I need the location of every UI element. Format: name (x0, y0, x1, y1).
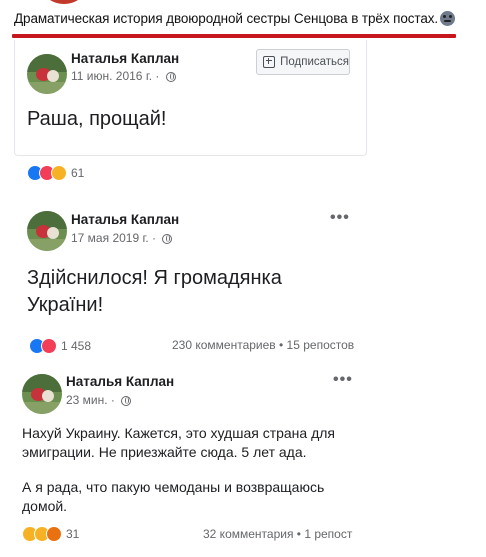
post-date-text[interactable]: 23 мин. · (66, 393, 118, 407)
reactions-count: 61 (71, 166, 85, 180)
globe-icon (165, 72, 176, 82)
post-date: 23 мин. · (66, 393, 132, 407)
more-options-icon[interactable]: ••• (330, 210, 350, 226)
author-avatar[interactable] (22, 374, 62, 414)
post-text-line: Здійснилося! Я громадянка (27, 267, 282, 289)
comments-shares-count[interactable]: 230 комментариев • 15 репостов (172, 338, 354, 352)
author-name[interactable]: Наталья Каплан (71, 212, 179, 227)
subscribe-button[interactable]: Подписаться (256, 49, 350, 75)
page-title-text: Драматическая история двоюродной сестры … (14, 11, 439, 26)
header-avatar (46, 0, 82, 4)
post-text-line: України! (27, 294, 104, 316)
author-avatar[interactable] (27, 54, 67, 94)
title-underline (12, 34, 456, 38)
reactions-bar[interactable]: 61 (27, 165, 84, 181)
wow-reaction-icon (51, 165, 67, 181)
post-text-line: эмиграции. Не приезжайте сюда. 5 лет ада… (22, 444, 307, 460)
post-text-line: Нахуй Украину. Кажется, это худшая стран… (22, 425, 336, 441)
post-text: Нахуй Украину. Кажется, это худшая стран… (22, 424, 335, 516)
reactions-bar[interactable]: 1 458 (29, 338, 91, 354)
subscribe-plus-icon (263, 56, 276, 68)
angry-reaction-icon (46, 526, 62, 542)
reactions-bar[interactable]: 31 (22, 526, 79, 542)
subscribe-button-label: Подписаться (280, 56, 349, 68)
post-date-text[interactable]: 11 июн. 2016 г. · (71, 69, 163, 83)
post-text-line: домой. (22, 498, 68, 514)
comments-shares-count[interactable]: 32 комментария • 1 репост (203, 527, 352, 541)
post-text: Раша, прощай! (27, 108, 167, 130)
unamused-face-emoji-icon (440, 11, 456, 26)
love-reaction-icon (41, 338, 57, 354)
page-title: Драматическая история двоюродной сестры … (14, 11, 456, 26)
post-date: 11 июн. 2016 г. · (71, 69, 176, 83)
globe-icon (121, 396, 132, 406)
reactions-count: 31 (66, 527, 80, 541)
more-options-icon[interactable]: ••• (333, 372, 353, 388)
reactions-count: 1 458 (61, 339, 92, 353)
post-text-line: А я рада, что пакую чемоданы и возвращаю… (22, 479, 325, 495)
author-avatar[interactable] (27, 211, 67, 251)
author-name[interactable]: Наталья Каплан (71, 51, 179, 66)
author-name[interactable]: Наталья Каплан (66, 374, 174, 389)
post-date-text[interactable]: 17 мая 2019 г. · (71, 231, 159, 245)
header: Драматическая история двоюродной сестры … (0, 0, 486, 40)
post-date: 17 мая 2019 г. · (71, 231, 173, 245)
globe-icon (162, 234, 173, 244)
post-text: Здійснилося! Я громадянка України! (27, 265, 282, 319)
